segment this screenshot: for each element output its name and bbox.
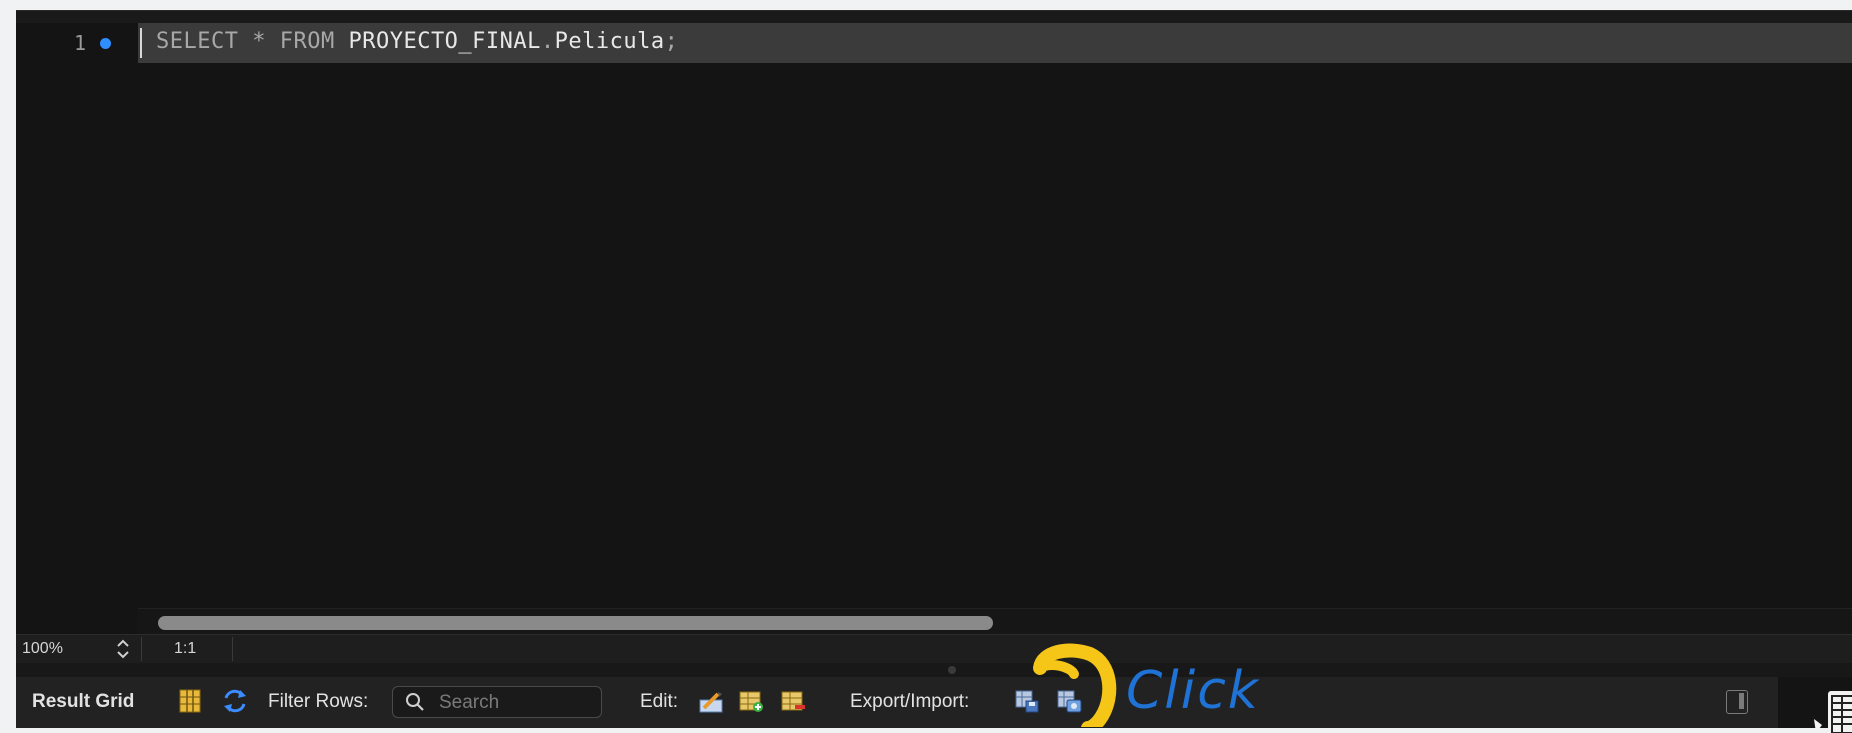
form-grid-view-icon[interactable] — [1812, 689, 1852, 733]
status-divider — [141, 637, 142, 661]
zoom-level[interactable]: 100% — [22, 640, 63, 658]
dot-separator: . — [540, 29, 555, 54]
edit-label: Edit: — [640, 691, 679, 712]
toggle-side-panel-icon[interactable] — [1726, 690, 1748, 714]
line-gutter — [16, 23, 138, 608]
cursor-position: 1:1 — [174, 640, 197, 657]
edit-cell-icon[interactable] — [698, 688, 724, 714]
editor-status-bar: 100% 1:1 — [16, 634, 1852, 664]
refresh-icon[interactable] — [222, 688, 248, 714]
filter-rows-label: Filter Rows: — [268, 691, 369, 712]
sql-editor-window: 1 SELECT * FROM PROYECTO_FINAL.Pelicula;… — [16, 10, 1852, 733]
search-input[interactable]: Search — [392, 686, 602, 718]
result-toolbar: Result Grid Filter Rows: Search Edit: Ex… — [16, 677, 1852, 733]
keyword-from: FROM — [279, 29, 335, 54]
delete-row-icon[interactable] — [780, 688, 806, 714]
annotation-highlight-circle — [1033, 643, 1117, 727]
schema-name: PROYECTO_FINAL — [348, 29, 541, 54]
export-import-label: Export/Import: — [850, 691, 970, 712]
sql-code-line[interactable]: SELECT * FROM PROYECTO_FINAL.Pelicula; — [156, 29, 678, 54]
panel-splitter[interactable] — [16, 663, 1852, 677]
text-caret — [140, 28, 142, 58]
search-placeholder: Search — [439, 692, 500, 713]
horizontal-scroll-thumb[interactable] — [158, 616, 993, 630]
keyword-select: SELECT — [156, 29, 239, 54]
statement-marker-icon[interactable] — [100, 38, 111, 49]
status-divider — [232, 637, 233, 661]
annotation-click-text: Click — [1126, 661, 1260, 721]
horizontal-scrollbar[interactable] — [138, 608, 1852, 635]
result-grid-label[interactable]: Result Grid — [32, 691, 134, 713]
wildcard: * — [252, 29, 266, 54]
splitter-handle[interactable] — [948, 666, 956, 674]
table-name: Pelicula — [554, 29, 665, 54]
semicolon: ; — [664, 29, 679, 54]
add-row-icon[interactable] — [738, 688, 764, 714]
search-icon — [406, 693, 424, 711]
result-grid-icon[interactable] — [177, 688, 203, 714]
line-number: 1 — [73, 31, 86, 55]
zoom-stepper-icon[interactable] — [112, 637, 134, 661]
